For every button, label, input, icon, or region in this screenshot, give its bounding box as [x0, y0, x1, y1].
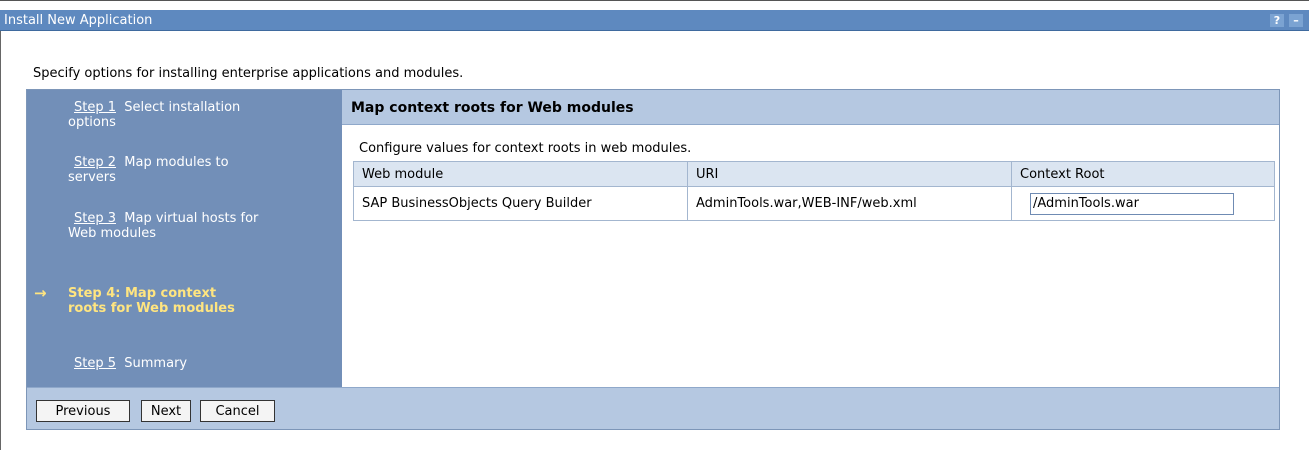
context-root-cell [1011, 186, 1275, 221]
window-title: Install New Application [4, 13, 153, 28]
step-1-link[interactable]: Step 1 [68, 100, 116, 115]
steps-sidebar: Step 1 Select installation options Step … [27, 90, 342, 387]
page-description: Configure values for context roots in we… [359, 141, 692, 156]
context-root-input[interactable] [1030, 192, 1234, 215]
window-frame-top [0, 0, 1309, 5]
minimize-icon[interactable]: – [1289, 14, 1303, 27]
step-1-content: Step 1 Select installation options [68, 100, 268, 130]
context-root-table: Web module URI Context Root SAP Business… [353, 161, 1275, 221]
install-wizard: Step 1 Select installation options Step … [26, 89, 1280, 430]
intro-text: Specify options for installing enterpris… [33, 66, 464, 81]
step-5-link[interactable]: Step 5 [68, 356, 116, 371]
web-module-cell: SAP BusinessObjects Query Builder [353, 186, 688, 221]
column-header-web-module: Web module [353, 161, 688, 187]
current-step-arrow-icon: → [34, 284, 47, 302]
step-3: Step 3 Map virtual hosts for Web modules [68, 211, 268, 241]
step-5: Step 5 Summary [68, 356, 268, 371]
uri-cell: AdminTools.war,WEB-INF/web.xml [687, 186, 1012, 221]
title-bar: Install New Application ? – [0, 10, 1309, 31]
step-5-text: Summary [124, 356, 188, 371]
next-button[interactable]: Next [141, 400, 191, 422]
column-header-uri: URI [687, 161, 1012, 187]
step-4-current: Step 4: Map context roots for Web module… [68, 286, 235, 316]
main-header: Map context roots for Web modules [342, 90, 1279, 125]
wizard-footer: Previous Next Cancel [27, 387, 1279, 429]
table-row: SAP BusinessObjects Query Builder AdminT… [353, 186, 1275, 221]
step-3-link[interactable]: Step 3 [68, 211, 116, 226]
help-icon[interactable]: ? [1270, 14, 1284, 27]
main-panel: Map context roots for Web modules Config… [342, 90, 1279, 387]
cancel-button[interactable]: Cancel [200, 400, 275, 422]
step-2-link[interactable]: Step 2 [68, 155, 116, 170]
table-header-row: Web module URI Context Root [353, 161, 1275, 187]
window-frame-left [0, 30, 1, 450]
step-2: Step 2 Map modules to servers [68, 155, 268, 185]
previous-button[interactable]: Previous [36, 400, 130, 422]
column-header-context-root: Context Root [1011, 161, 1275, 187]
page-title: Map context roots for Web modules [351, 100, 634, 116]
